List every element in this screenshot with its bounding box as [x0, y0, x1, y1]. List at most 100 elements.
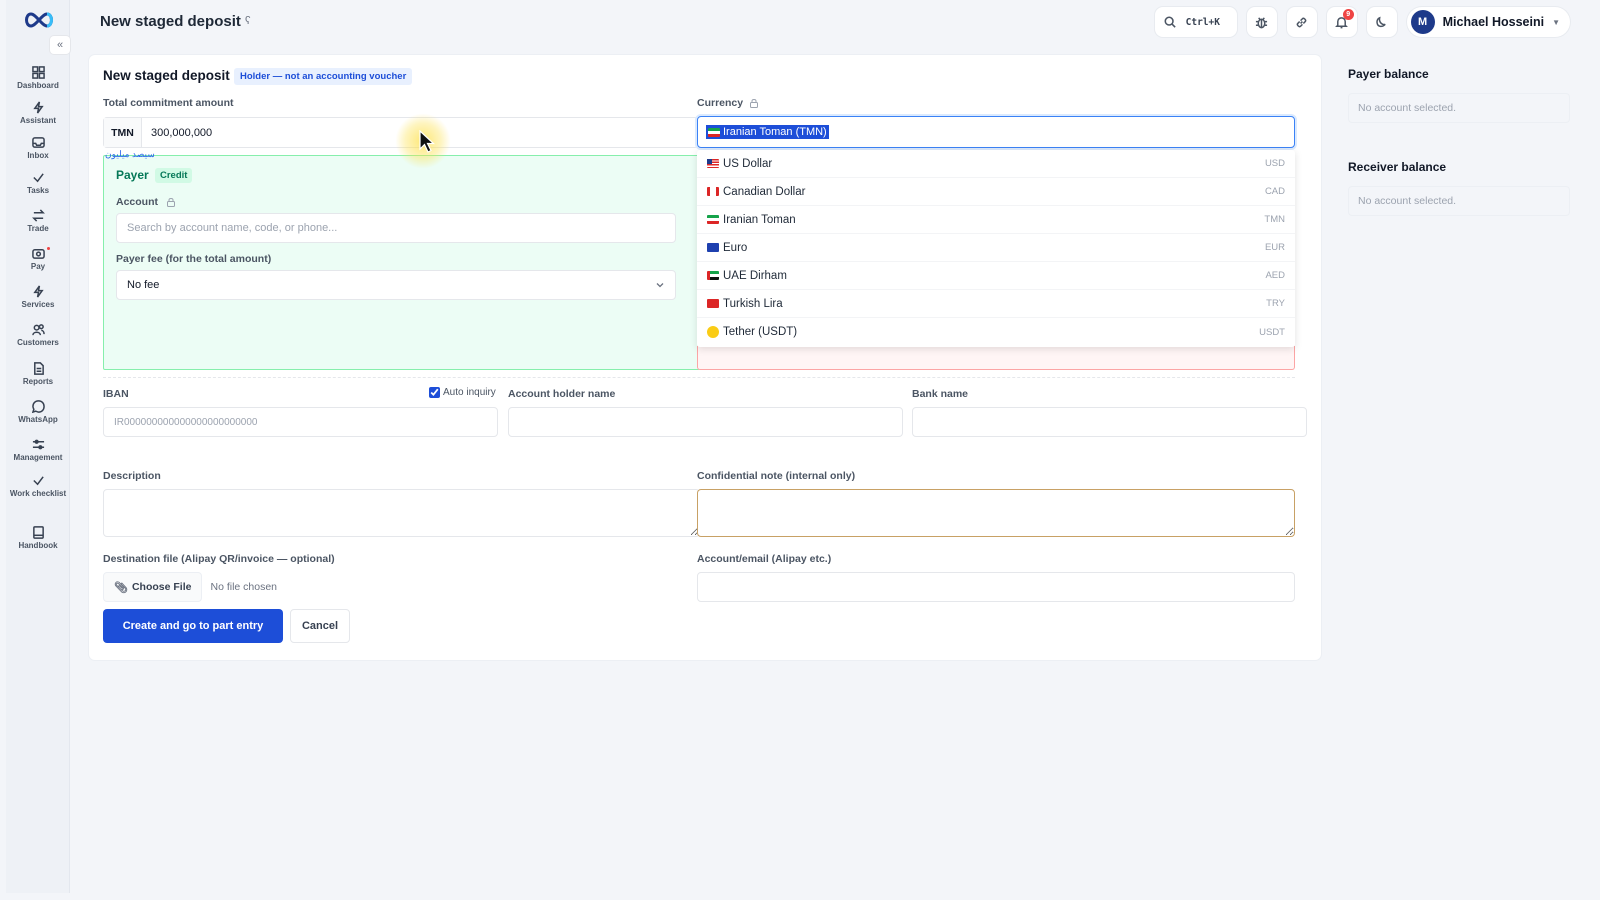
- holder-tag: Holder — not an accounting voucher: [234, 68, 413, 85]
- currency-option-tmn[interactable]: Iranian Toman TMN: [697, 206, 1295, 234]
- collapse-sidebar-button[interactable]: «: [50, 36, 70, 54]
- account-email-input[interactable]: [697, 572, 1295, 602]
- currency-option-name: Canadian Dollar: [723, 185, 806, 198]
- lock-icon: [167, 198, 175, 207]
- payer-balance-title: Payer balance: [1348, 67, 1429, 81]
- currency-option-name: Turkish Lira: [723, 297, 783, 310]
- payer-fee-value: No fee: [127, 279, 160, 291]
- currency-option-aed[interactable]: UAE Dirham AED: [697, 262, 1295, 290]
- sidebar-item-pay[interactable]: Pay: [6, 247, 70, 271]
- user-menu[interactable]: M Michael Hosseini ▼: [1406, 7, 1570, 37]
- description-textarea[interactable]: [103, 489, 700, 537]
- section-divider: [103, 377, 1295, 378]
- mouse-cursor-icon: [419, 130, 435, 153]
- currency-label: Currency: [697, 97, 744, 109]
- top-actions: Ctrl+K 9 M Michael Hosseini ▼: [1154, 7, 1570, 37]
- iban-input[interactable]: IR000000000000000000000000: [103, 407, 498, 437]
- sidebar-item-label: Services: [21, 300, 55, 309]
- lock-icon: [750, 99, 758, 108]
- sidebar-item-whatsapp[interactable]: WhatsApp: [6, 400, 70, 424]
- sidebar-item-dashboard[interactable]: Dashboard: [6, 66, 70, 90]
- debug-button[interactable]: [1246, 7, 1277, 37]
- iban-label: IBAN: [103, 388, 129, 400]
- sidebar-item-assistant[interactable]: Assistant: [6, 101, 70, 125]
- currency-option-code: USDT: [1259, 326, 1285, 338]
- currency-option-eur[interactable]: Euro EUR: [697, 234, 1295, 262]
- ae-flag-icon: [707, 271, 719, 280]
- document-icon: [33, 362, 44, 375]
- holder-name-input[interactable]: [508, 407, 903, 437]
- page-title: New staged deposit: [100, 13, 241, 30]
- account-email-label: Account/email (Alipay etc.): [697, 553, 832, 565]
- sidebar-item-label: Assistant: [19, 116, 56, 125]
- sidebar-item-services[interactable]: Services: [6, 285, 70, 309]
- payer-fee-select[interactable]: No fee: [116, 270, 676, 300]
- sidebar-item-handbook[interactable]: Handbook: [6, 526, 70, 550]
- chat-icon: [31, 400, 45, 413]
- app-logo[interactable]: [22, 10, 56, 30]
- currency-option-usdt[interactable]: Tether (USDT) USDT: [697, 318, 1295, 346]
- sidebar-item-label: Dashboard: [17, 81, 59, 90]
- receiver-balance-box: No account selected.: [1348, 186, 1570, 216]
- dashboard-icon: [31, 66, 45, 79]
- sidebar-item-management[interactable]: Management: [6, 438, 70, 462]
- sidebar-item-trade[interactable]: Trade: [6, 209, 70, 233]
- amount-input[interactable]: 300,000,000: [142, 127, 212, 139]
- auto-inquiry-checkbox[interactable]: [429, 387, 440, 398]
- auto-inquiry-toggle[interactable]: Auto inquiry: [429, 387, 496, 398]
- credit-tag: Credit: [155, 168, 193, 183]
- sidebar-item-inbox[interactable]: Inbox: [6, 136, 70, 160]
- avatar: M: [1410, 10, 1435, 34]
- global-search-button[interactable]: Ctrl+K: [1154, 7, 1237, 37]
- sidebar-item-tasks[interactable]: Tasks: [6, 171, 70, 195]
- cancel-button[interactable]: Cancel: [290, 609, 350, 643]
- sidebar: « Dashboard Assistant Inbox Tasks Trade …: [6, 0, 70, 893]
- sidebar-item-label: Reports: [22, 377, 54, 386]
- no-file-chosen-text: No file chosen: [210, 581, 278, 593]
- lightning-icon: [32, 101, 44, 114]
- confidential-note-label: Confidential note (internal only): [697, 470, 856, 482]
- link-button[interactable]: [1286, 7, 1317, 37]
- bug-icon: [1256, 16, 1268, 28]
- sidebar-item-customers[interactable]: Customers: [6, 323, 70, 347]
- currency-select-input[interactable]: Iranian Toman (TMN): [697, 116, 1295, 148]
- currency-option-code: TMN: [1264, 214, 1285, 225]
- eu-flag-icon: [707, 243, 719, 252]
- sidebar-item-reports[interactable]: Reports: [6, 362, 70, 386]
- ir-flag-icon: [707, 215, 719, 224]
- choose-file-button[interactable]: 📎︎ Choose File: [103, 572, 203, 602]
- total-amount-label: Total commitment amount: [103, 97, 234, 109]
- ca-flag-icon: [707, 187, 719, 196]
- currency-option-usd[interactable]: US Dollar USD: [697, 150, 1295, 178]
- search-shortcut: Ctrl+K: [1185, 16, 1220, 28]
- moon-icon: [1376, 16, 1386, 27]
- description-label: Description: [103, 470, 161, 482]
- currency-option-try[interactable]: Turkish Lira TRY: [697, 290, 1295, 318]
- currency-option-cad[interactable]: Canadian Dollar CAD: [697, 178, 1295, 206]
- sidebar-item-label: WhatsApp: [18, 415, 58, 424]
- account-search-input[interactable]: Search by account name, code, or phone..…: [116, 213, 676, 243]
- sidebar-item-work-checklist[interactable]: Work checklist: [6, 474, 70, 498]
- currency-dropdown: US Dollar USD Canadian Dollar CAD Irania…: [697, 150, 1295, 347]
- choose-file-label: Choose File: [131, 581, 192, 593]
- bank-name-input[interactable]: [912, 407, 1307, 437]
- currency-selected-highlight: Iranian Toman (TMN): [706, 125, 829, 139]
- info-icon[interactable]: ʕ: [245, 15, 251, 27]
- account-search-placeholder: Search by account name, code, or phone..…: [127, 222, 338, 234]
- currency-option-code: TRY: [1266, 298, 1285, 309]
- currency-option-name: UAE Dirham: [723, 269, 787, 282]
- theme-toggle-button[interactable]: [1366, 7, 1397, 37]
- sidebar-item-label: Customers: [17, 338, 59, 347]
- notification-badge: 9: [1342, 9, 1354, 20]
- lightning-icon: [32, 285, 44, 298]
- confidential-note-textarea[interactable]: [697, 489, 1295, 537]
- payer-balance-box: No account selected.: [1348, 93, 1570, 123]
- auto-inquiry-label: Auto inquiry: [443, 387, 496, 398]
- deposit-form-card: New staged deposit Holder — not an accou…: [89, 55, 1321, 660]
- swap-icon: [31, 209, 45, 222]
- create-and-continue-button[interactable]: Create and go to part entry: [103, 609, 283, 643]
- link-icon: [1296, 17, 1307, 27]
- chevron-down-icon: ▼: [1552, 17, 1560, 27]
- notifications-button[interactable]: 9: [1326, 7, 1357, 37]
- coin-icon: [707, 326, 719, 338]
